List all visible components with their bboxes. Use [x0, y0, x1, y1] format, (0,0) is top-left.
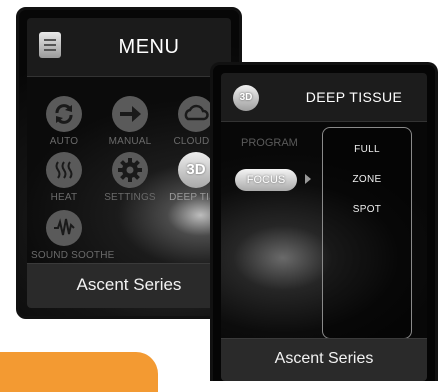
- sound-wave-icon: [46, 210, 82, 246]
- 3d-badge-text: 3D: [186, 161, 206, 178]
- brand-label: Ascent Series: [76, 275, 182, 294]
- option-full[interactable]: FULL: [323, 144, 411, 155]
- caret-right-icon: [305, 174, 311, 184]
- menu-item-label: AUTO: [49, 136, 79, 147]
- deep-tissue-screen: 3D DEEP TISSUE PROGRAM FOCUS FULL ZONE S…: [210, 62, 438, 381]
- menu-item-auto[interactable]: AUTO: [31, 96, 97, 147]
- cloud-icon: [178, 96, 214, 132]
- menu-footer: Ascent Series: [27, 263, 231, 308]
- focus-options-panel: FULL ZONE SPOT: [322, 127, 412, 339]
- option-zone[interactable]: ZONE: [323, 174, 411, 185]
- menu-screen: MENU AUTO MANUAL CLOUD T HEAT SETTINGS 3…: [16, 7, 242, 319]
- program-option[interactable]: PROGRAM: [241, 137, 298, 149]
- menu-header: MENU: [27, 18, 231, 77]
- refresh-icon: [46, 96, 82, 132]
- deep-tissue-header: 3D DEEP TISSUE: [221, 73, 427, 122]
- gear-icon: [112, 152, 148, 188]
- focus-option[interactable]: FOCUS: [235, 169, 297, 191]
- menu-item-label: SOUND SOOTHE: [31, 250, 115, 261]
- menu-item-label: MANUAL: [108, 136, 152, 147]
- menu-item-label: HEAT: [50, 192, 78, 203]
- option-spot[interactable]: SPOT: [323, 204, 411, 215]
- menu-title: MENU: [118, 36, 180, 58]
- menu-item-settings[interactable]: SETTINGS: [97, 152, 163, 203]
- 3d-icon[interactable]: 3D: [233, 85, 259, 111]
- 3d-icon: 3D: [178, 152, 214, 188]
- menu-item-manual[interactable]: MANUAL: [97, 96, 163, 147]
- arrow-right-icon: [112, 96, 148, 132]
- orange-banner: [0, 352, 158, 392]
- menu-item-heat[interactable]: HEAT: [31, 152, 97, 203]
- page-title: DEEP TISSUE: [305, 89, 403, 105]
- deep-tissue-footer: Ascent Series: [221, 338, 427, 381]
- brand-label: Ascent Series: [274, 350, 374, 367]
- menu-item-label: SETTINGS: [104, 192, 156, 203]
- menu-item-sound-soothe[interactable]: SOUND SOOTHE: [31, 210, 115, 261]
- heat-waves-icon: [46, 152, 82, 188]
